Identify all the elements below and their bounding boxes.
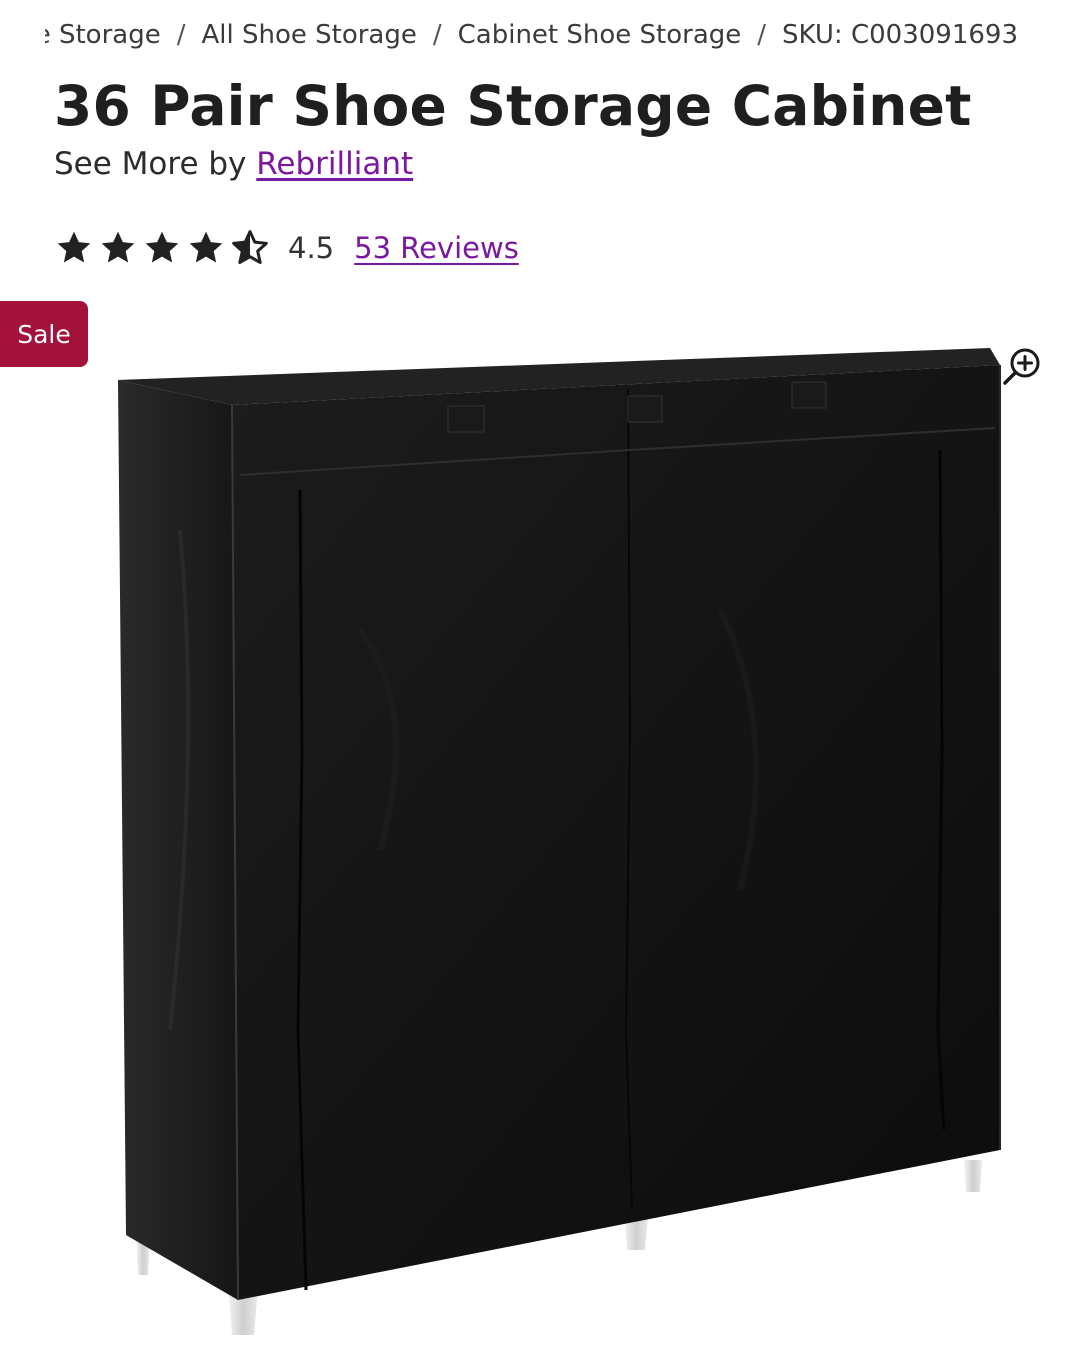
zoom-in-icon[interactable]	[1003, 345, 1043, 385]
star-icon	[98, 228, 138, 268]
page-title: 36 Pair Shoe Storage Cabinet	[54, 74, 972, 138]
star-icon	[54, 228, 94, 268]
breadcrumb: Shoe Storage / All Shoe Storage / Cabine…	[45, 20, 1018, 50]
star-icon	[186, 228, 226, 268]
breadcrumb-separator: /	[757, 20, 767, 50]
product-image[interactable]	[0, 330, 1080, 1371]
breadcrumb-item-all-shoe-storage[interactable]: All Shoe Storage	[201, 20, 416, 50]
reviews-link[interactable]: 53 Reviews	[354, 231, 519, 265]
breadcrumb-item-cabinet-shoe-storage[interactable]: Cabinet Shoe Storage	[458, 20, 742, 50]
star-rating[interactable]	[54, 228, 274, 268]
breadcrumb-separator: /	[432, 20, 442, 50]
sale-badge: Sale	[0, 301, 88, 367]
brand-link[interactable]: Rebrilliant	[256, 146, 413, 182]
rating-row: 4.5 53 Reviews	[54, 228, 519, 268]
see-more-by: See More by Rebrilliant	[54, 146, 413, 182]
see-more-prefix: See More by	[54, 146, 247, 182]
breadcrumb-item-shoe-storage[interactable]: Shoe Storage	[45, 20, 161, 50]
star-icon	[142, 228, 182, 268]
product-page: Shoe Storage / All Shoe Storage / Cabine…	[0, 0, 1080, 1371]
product-sku: SKU: C003091693	[782, 20, 1018, 50]
breadcrumb-separator: /	[176, 20, 186, 50]
half-star-icon	[230, 228, 270, 268]
rating-value: 4.5	[288, 231, 335, 265]
